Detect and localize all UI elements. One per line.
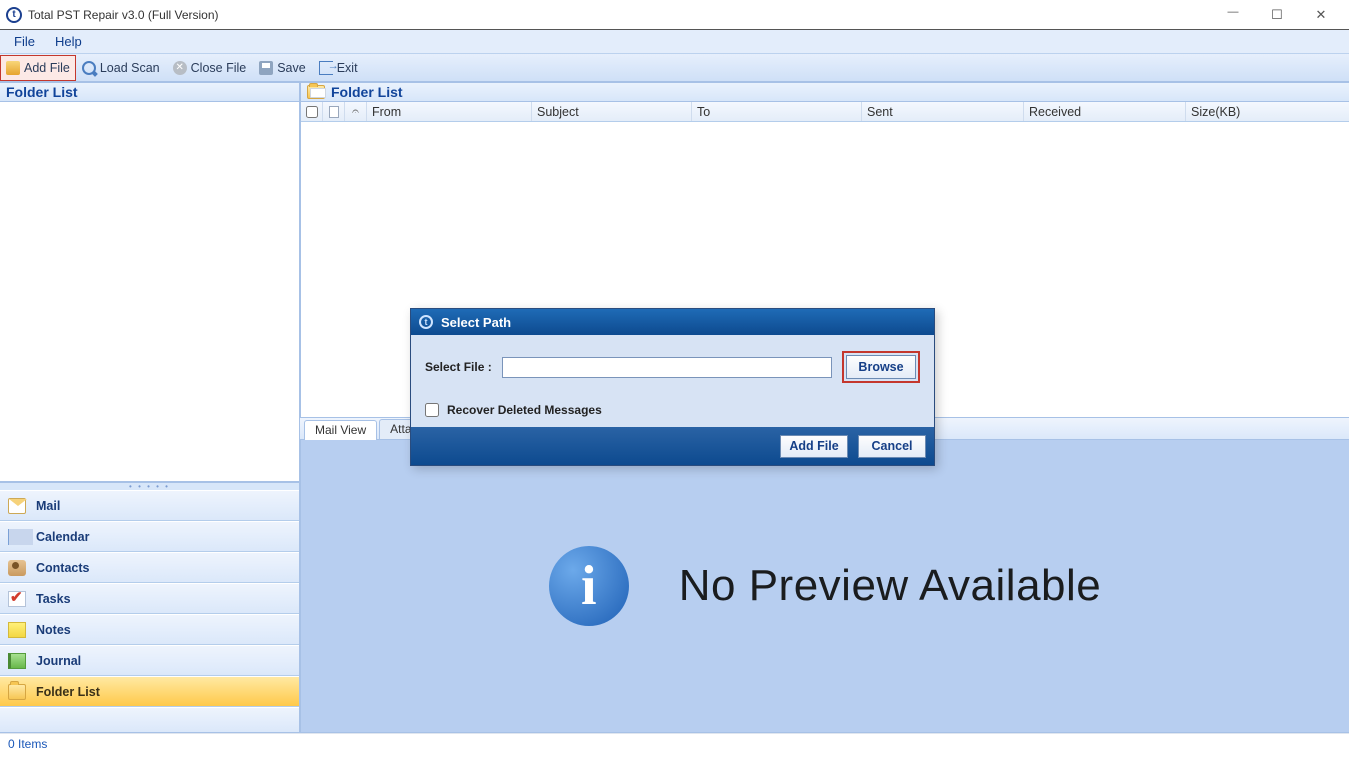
nav-contacts[interactable]: Contacts [0, 552, 299, 583]
mail-icon [8, 498, 26, 514]
dialog-add-file-button[interactable]: Add File [780, 435, 848, 458]
col-checkbox[interactable] [301, 102, 323, 121]
menubar: File Help [0, 30, 1349, 54]
nav-tasks-label: Tasks [36, 592, 71, 606]
nav-notes[interactable]: Notes [0, 614, 299, 645]
dialog-app-icon: t [419, 315, 433, 329]
dialog-titlebar[interactable]: t Select Path [411, 309, 934, 335]
toolbar-exit-button[interactable]: Exit [313, 55, 365, 81]
nav-notes-label: Notes [36, 623, 71, 637]
col-attachment-icon[interactable]: 𝄐 [345, 102, 367, 121]
exit-icon [319, 61, 333, 75]
search-icon [82, 61, 96, 75]
document-icon [329, 106, 339, 118]
status-items: 0 Items [8, 737, 47, 751]
col-size[interactable]: Size(KB) [1186, 102, 1349, 121]
tab-mail-view[interactable]: Mail View [304, 420, 377, 440]
select-file-label: Select File : [425, 360, 492, 374]
close-icon [173, 61, 187, 75]
preview-pane: i No Preview Available [300, 440, 1349, 732]
nav-mail[interactable]: Mail [0, 490, 299, 521]
nav-folder-list-label: Folder List [36, 685, 100, 699]
recover-row: Recover Deleted Messages [425, 403, 920, 417]
add-file-icon [6, 61, 20, 75]
right-header-title: Folder List [331, 84, 403, 100]
toolbar-save-label: Save [277, 61, 306, 75]
toolbar-close-file-button[interactable]: Close File [167, 55, 254, 81]
select-file-input[interactable] [502, 357, 832, 378]
tasks-icon [8, 591, 26, 607]
browse-highlight: Browse [842, 351, 920, 383]
toolbar: Add File Load Scan Close File Save Exit [0, 54, 1349, 82]
nav-calendar-label: Calendar [36, 530, 90, 544]
folder-list-header: Folder List [0, 82, 299, 102]
toolbar-add-file-label: Add File [24, 61, 70, 75]
close-window-button[interactable] [1299, 1, 1343, 29]
minimize-button[interactable] [1211, 1, 1255, 29]
paperclip-icon: 𝄐 [352, 104, 359, 119]
calendar-icon [8, 529, 26, 545]
toolbar-add-file-button[interactable]: Add File [0, 55, 76, 81]
no-preview-message: No Preview Available [679, 561, 1102, 611]
col-received[interactable]: Received [1024, 102, 1186, 121]
nav-journal[interactable]: Journal [0, 645, 299, 676]
titlebar: t Total PST Repair v3.0 (Full Version) [0, 0, 1349, 30]
contacts-icon [8, 560, 26, 576]
col-from[interactable]: From [367, 102, 532, 121]
journal-icon [8, 653, 26, 669]
maximize-button[interactable] [1255, 1, 1299, 29]
toolbar-exit-label: Exit [337, 61, 358, 75]
nav-journal-label: Journal [36, 654, 81, 668]
browse-button[interactable]: Browse [846, 355, 916, 379]
nav-footer [0, 707, 299, 732]
nav-tasks[interactable]: Tasks [0, 583, 299, 614]
dialog-cancel-button[interactable]: Cancel [858, 435, 926, 458]
select-all-checkbox[interactable] [306, 106, 318, 118]
menu-file[interactable]: File [6, 32, 47, 51]
dialog-body: Select File : Browse Recover Deleted Mes… [411, 335, 934, 427]
right-header: Folder List [301, 82, 1349, 102]
folder-tree[interactable] [0, 102, 299, 482]
folder-open-icon [307, 85, 325, 99]
nav-contacts-label: Contacts [36, 561, 89, 575]
left-panel: Folder List • • • • • Mail Calendar Cont… [0, 82, 300, 732]
app-icon: t [6, 7, 22, 23]
recover-deleted-label: Recover Deleted Messages [447, 403, 602, 417]
nav-mail-label: Mail [36, 499, 60, 513]
column-headers: 𝄐 From Subject To Sent Received Size(KB) [301, 102, 1349, 122]
menu-help[interactable]: Help [47, 32, 94, 51]
select-path-dialog: t Select Path Select File : Browse Recov… [410, 308, 935, 466]
toolbar-load-scan-label: Load Scan [100, 61, 160, 75]
col-subject[interactable]: Subject [532, 102, 692, 121]
nav-folder-list[interactable]: Folder List [0, 676, 299, 707]
app-title: Total PST Repair v3.0 (Full Version) [28, 8, 1211, 22]
select-file-row: Select File : Browse [425, 351, 920, 383]
statusbar: 0 Items [0, 733, 1349, 755]
col-sent[interactable]: Sent [862, 102, 1024, 121]
dialog-title-text: Select Path [441, 315, 511, 330]
save-icon [259, 61, 273, 75]
info-icon: i [549, 546, 629, 626]
col-to[interactable]: To [692, 102, 862, 121]
dialog-footer: Add File Cancel [411, 427, 934, 465]
navigation-items: Mail Calendar Contacts Tasks Notes Journ… [0, 490, 299, 707]
notes-icon [8, 622, 26, 638]
window-controls [1211, 1, 1343, 29]
col-type-icon[interactable] [323, 102, 345, 121]
toolbar-load-scan-button[interactable]: Load Scan [76, 55, 167, 81]
folder-icon [8, 684, 26, 700]
nav-calendar[interactable]: Calendar [0, 521, 299, 552]
splitter-handle[interactable]: • • • • • [0, 482, 299, 490]
folder-list-title: Folder List [6, 84, 78, 100]
toolbar-save-button[interactable]: Save [253, 55, 313, 81]
toolbar-close-file-label: Close File [191, 61, 247, 75]
recover-deleted-checkbox[interactable] [425, 403, 439, 417]
